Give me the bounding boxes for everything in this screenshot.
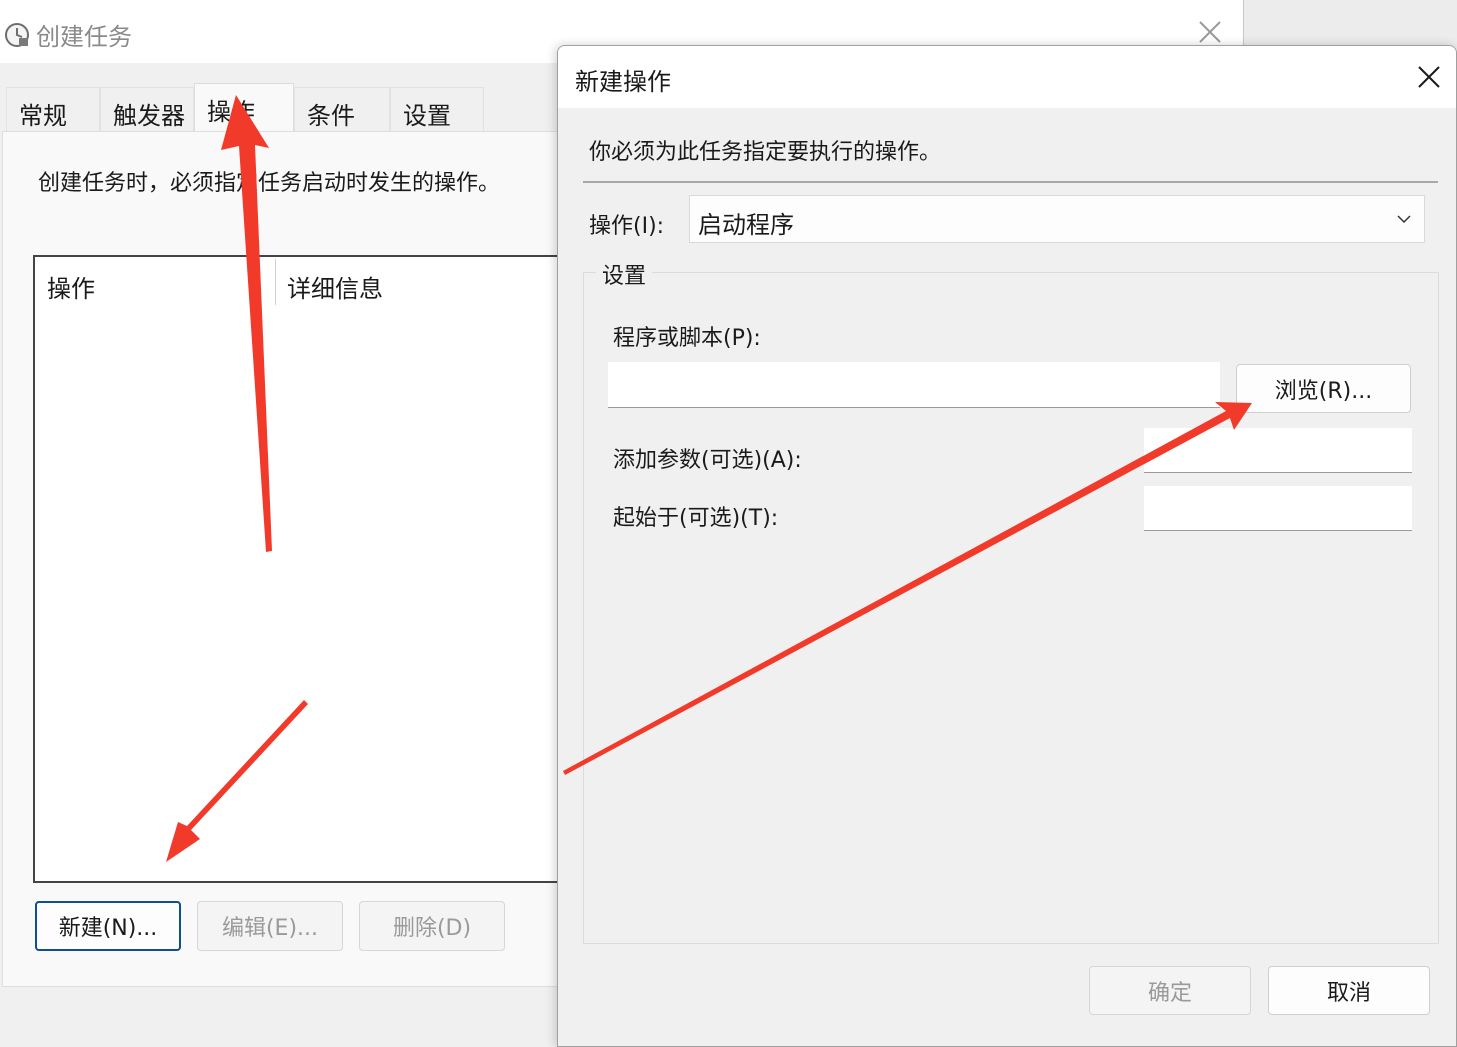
action-type-select[interactable]: 启动程序 [689,195,1425,243]
action-type-value: 启动程序 [698,211,794,239]
column-divider[interactable] [275,259,276,305]
start-in-label: 起始于(可选)(T): [613,506,779,531]
new-action-titlebar: 新建操作 [558,46,1456,108]
cancel-button[interactable]: 取消 [1268,966,1430,1015]
close-icon[interactable] [1416,64,1442,90]
action-type-label: 操作(I): [589,214,665,239]
start-in-input[interactable] [1144,486,1412,531]
arguments-input[interactable] [1144,428,1412,473]
program-script-input[interactable] [608,362,1220,408]
tab-triggers[interactable]: 触发器 [100,87,194,131]
close-icon[interactable] [1196,18,1224,46]
new-action-title: 新建操作 [575,68,671,96]
create-task-title: 创建任务 [36,23,132,51]
program-script-label: 程序或脚本(P): [613,326,761,351]
column-header-details[interactable]: 详细信息 [287,269,383,304]
chevron-down-icon [1397,215,1411,224]
delete-action-button[interactable]: 删除(D) [359,901,505,951]
ok-button[interactable]: 确定 [1089,966,1251,1015]
tab-conditions[interactable]: 条件 [294,87,390,131]
clock-icon [5,23,29,47]
instruction-text: 你必须为此任务指定要执行的操作。 [589,140,942,165]
tab-settings[interactable]: 设置 [390,87,484,131]
new-action-dialog: 新建操作 你必须为此任务指定要执行的操作。 操作(I): 启动程序 设置 程序或… [557,45,1457,1047]
action-list[interactable]: 操作 详细信息 [33,255,573,883]
arguments-label: 添加参数(可选)(A): [613,448,802,473]
settings-group-label: 设置 [596,258,653,290]
edit-action-button[interactable]: 编辑(E)... [197,901,343,951]
column-header-action[interactable]: 操作 [47,269,95,304]
tab-general[interactable]: 常规 [6,87,100,131]
separator [583,181,1438,183]
actions-description: 创建任务时，必须指定任务启动时发生的操作。 [38,171,501,196]
new-action-button[interactable]: 新建(N)... [35,901,181,951]
tab-strip: 常规 触发器 操作 条件 设置 [0,63,560,135]
browse-button[interactable]: 浏览(R)... [1236,364,1411,413]
tab-actions[interactable]: 操作 [194,83,294,135]
